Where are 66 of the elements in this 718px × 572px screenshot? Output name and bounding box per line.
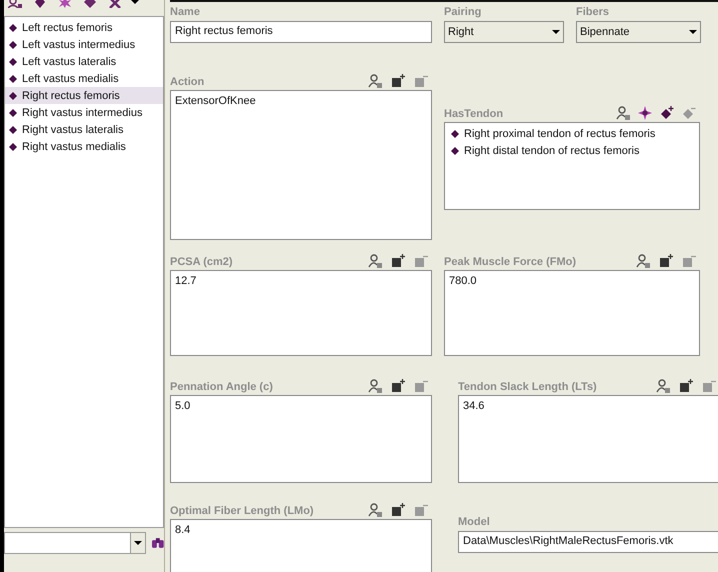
square-plus-icon[interactable] <box>679 379 693 393</box>
caret-icon <box>552 30 560 34</box>
diamond-icon <box>9 126 17 134</box>
diamond-icon <box>451 130 459 138</box>
diamond-icon <box>9 108 17 116</box>
muscle-list-item[interactable]: Right vastus intermedius <box>5 104 163 121</box>
user-icon[interactable] <box>8 0 22 8</box>
field-label: Pennation Angle (c) <box>170 381 273 393</box>
diamond-icon <box>9 58 17 66</box>
field-label: PCSA (cm2) <box>170 256 233 268</box>
field-label: Peak Muscle Force (FMo) <box>444 256 576 268</box>
field-label: Name <box>170 6 201 18</box>
diamond-icon <box>9 40 17 48</box>
muscle-list-item[interactable]: Left rectus femoris <box>5 19 163 36</box>
diamond-plus-icon[interactable] <box>660 106 674 120</box>
square-plus-icon[interactable] <box>391 74 405 88</box>
value-item[interactable]: 12.7 <box>173 273 429 289</box>
tendon-list-item[interactable]: Right distal tendon of rectus femoris <box>447 142 697 159</box>
model-field[interactable]: Data\Muscles\RightMaleRectusFemoris.vtk <box>458 531 718 553</box>
diamond-icon <box>9 24 17 32</box>
user-icon[interactable] <box>368 502 382 517</box>
muscle-list-item[interactable]: Left vastus intermedius <box>5 36 163 53</box>
muscle-list-item[interactable]: Left vastus medialis <box>5 70 163 87</box>
user-icon[interactable] <box>656 379 670 393</box>
muscle-list-item[interactable]: Right vastus lateralis <box>5 121 163 138</box>
name-field[interactable]: Right rectus femoris <box>170 21 432 43</box>
diamond-icon[interactable] <box>33 0 47 8</box>
muscle-list-item[interactable]: Right rectus femoris <box>5 87 163 104</box>
value-item[interactable]: 780.0 <box>447 273 697 289</box>
square-plus-icon[interactable] <box>391 379 405 393</box>
user-icon[interactable] <box>616 106 630 120</box>
caret-icon <box>134 541 142 545</box>
binoculars-icon[interactable] <box>152 538 164 548</box>
value-item[interactable]: 8.4 <box>173 522 429 538</box>
square-plus-icon[interactable] <box>391 502 405 517</box>
square-plus-icon[interactable] <box>391 254 405 268</box>
caret-icon <box>689 30 697 34</box>
square-plus-icon[interactable] <box>659 254 673 268</box>
field-label: Optimal Fiber Length (LMo) <box>170 504 314 517</box>
user-icon[interactable] <box>368 379 382 393</box>
x-icon[interactable] <box>108 0 122 8</box>
value-item[interactable]: 5.0 <box>173 398 429 414</box>
search-combo[interactable] <box>4 532 146 554</box>
field-label: Fibers <box>576 6 610 18</box>
field-label: Action <box>170 76 204 88</box>
diamond-icon <box>9 74 17 82</box>
muscle-list-item[interactable]: Right vastus medialis <box>5 138 163 155</box>
caret-icon[interactable] <box>131 0 139 4</box>
diamond-icon <box>9 92 17 100</box>
diamond-icon <box>9 142 17 150</box>
tendon-list-item[interactable]: Right proximal tendon of rectus femoris <box>447 125 697 142</box>
user-icon[interactable] <box>368 254 382 268</box>
field-label: Tendon Slack Length (LTs) <box>458 381 597 393</box>
field-label: HasTendon <box>444 108 504 120</box>
user-icon[interactable] <box>636 254 650 268</box>
pairing-dropdown[interactable]: Right <box>444 21 564 43</box>
fibers-dropdown[interactable]: Bipennate <box>576 21 701 43</box>
field-label: Model <box>458 516 491 528</box>
diamond-icon[interactable] <box>83 0 97 8</box>
user-icon[interactable] <box>368 74 382 88</box>
value-item[interactable]: 34.6 <box>461 398 717 414</box>
field-label: Pairing <box>444 6 482 18</box>
muscle-list-item[interactable]: Left vastus lateralis <box>5 53 163 70</box>
burst-icon[interactable] <box>638 106 652 120</box>
value-item[interactable]: ExtensorOfKnee <box>173 93 429 109</box>
diamond-icon <box>451 146 459 154</box>
